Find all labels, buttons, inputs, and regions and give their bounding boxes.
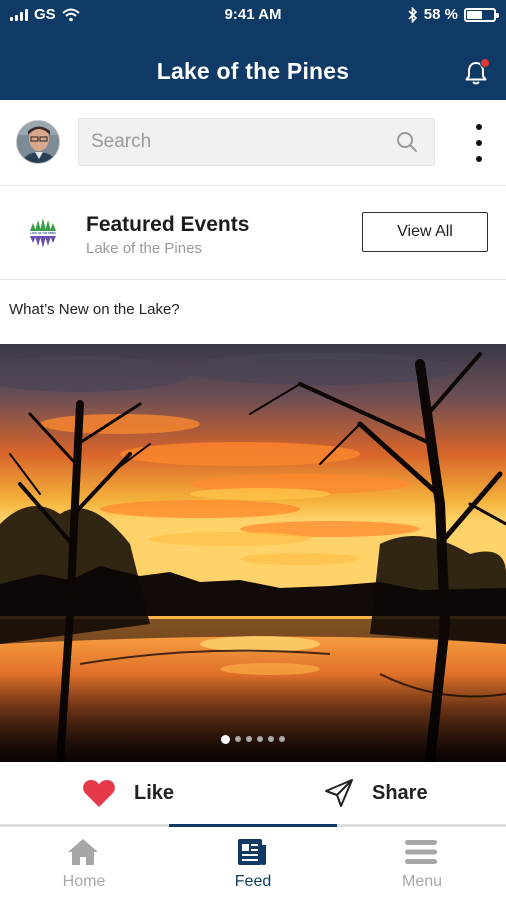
bluetooth-icon — [408, 6, 417, 23]
tab-home-label: Home — [62, 873, 106, 890]
notifications-button[interactable] — [464, 58, 490, 86]
unread-badge — [480, 58, 490, 68]
carousel-dot[interactable] — [235, 736, 241, 742]
bottom-tab-bar: Home Feed Menu — [0, 824, 506, 900]
heart-icon — [83, 779, 115, 807]
more-options-icon[interactable] — [472, 124, 486, 162]
featured-events-title: Featured Events — [86, 213, 250, 236]
share-label: Share — [372, 781, 428, 804]
app-header: GS 9:41 AM 58 % Lake of the Pines — [0, 0, 506, 100]
avatar[interactable] — [16, 120, 60, 164]
search-input[interactable] — [91, 119, 381, 165]
status-right: 58 % — [408, 6, 499, 23]
send-icon — [325, 779, 353, 807]
sunset-lake-photo — [0, 344, 506, 762]
carousel-dot[interactable] — [279, 736, 285, 742]
battery-percent: 58 % — [423, 6, 458, 23]
search-row — [0, 100, 506, 186]
carousel-dots[interactable] — [0, 735, 506, 744]
page-title: Lake of the Pines — [156, 58, 350, 84]
tab-feed-label: Feed — [234, 873, 272, 890]
view-all-button[interactable]: View All — [362, 212, 488, 252]
carousel-dot[interactable] — [257, 736, 263, 742]
status-bar: GS 9:41 AM 58 % — [0, 0, 506, 30]
like-label: Like — [134, 781, 175, 804]
feed-photo-carousel[interactable] — [0, 344, 506, 762]
search-bar[interactable] — [78, 118, 435, 166]
tab-menu-label: Menu — [401, 873, 443, 890]
battery-icon — [464, 7, 499, 22]
carousel-dot[interactable] — [221, 735, 230, 744]
post-actions: Like Share — [0, 762, 506, 824]
carousel-dot[interactable] — [246, 736, 252, 742]
tab-menu[interactable]: Menu — [338, 827, 506, 900]
search-icon[interactable] — [396, 131, 418, 153]
home-icon — [68, 839, 98, 865]
featured-events-card[interactable]: LAKE OF THE PINES Featured Events Lake o… — [0, 186, 506, 280]
share-button[interactable]: Share — [324, 762, 428, 824]
battery-level — [467, 10, 482, 19]
newspaper-icon — [238, 839, 266, 865]
lake-of-the-pines-logo: LAKE OF THE PINES — [27, 218, 59, 248]
like-button[interactable]: Like — [82, 762, 174, 824]
feed-section-title: What’s New on the Lake? — [9, 301, 180, 318]
hamburger-menu-icon — [405, 840, 437, 864]
carousel-dot[interactable] — [268, 736, 274, 742]
svg-text:LAKE OF THE PINES: LAKE OF THE PINES — [30, 231, 56, 235]
featured-events-subtitle: Lake of the Pines — [86, 240, 202, 257]
tab-feed[interactable]: Feed — [169, 827, 337, 900]
tab-home[interactable]: Home — [0, 827, 168, 900]
user-photo — [17, 121, 59, 163]
